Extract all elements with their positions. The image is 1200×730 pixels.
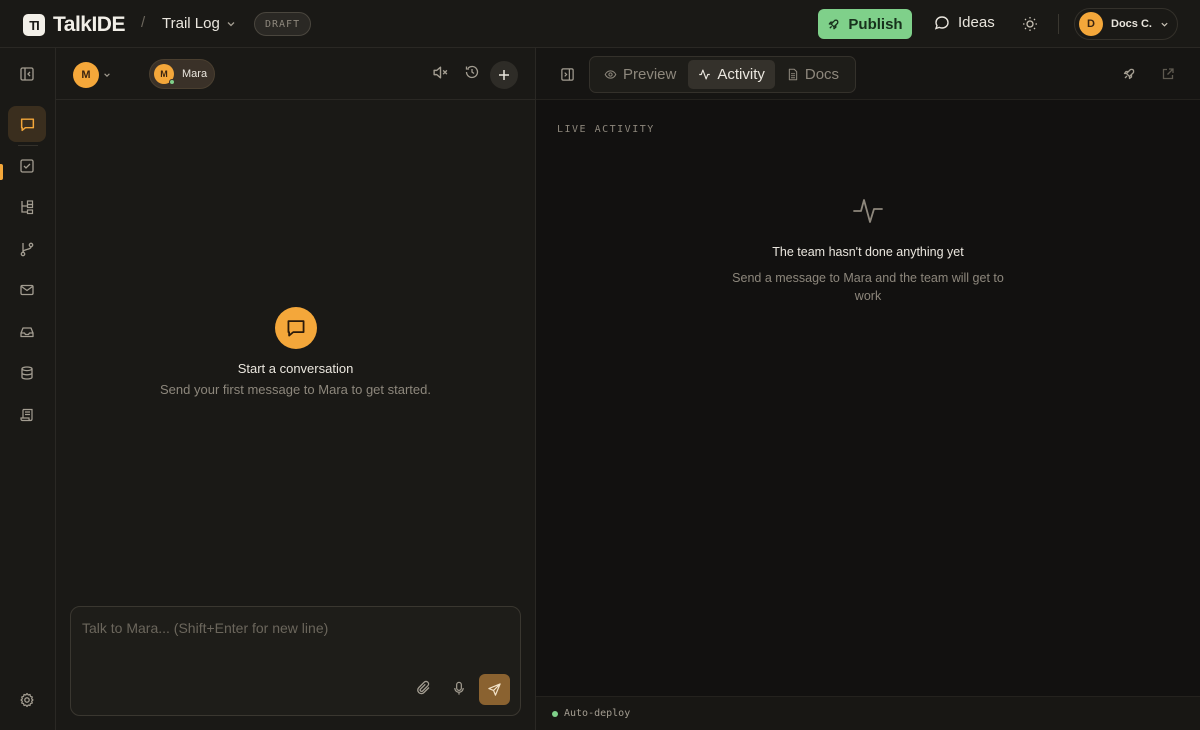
header-divider — [1058, 14, 1059, 34]
status-badge: DRAFT — [254, 12, 312, 36]
agent-chip[interactable]: M Mara — [149, 59, 215, 89]
message-input[interactable]: Talk to Mara... (Shift+Enter for new lin… — [82, 620, 328, 636]
tab-preview[interactable]: Preview — [594, 60, 686, 89]
panel-tabs: Preview Activity Docs — [589, 56, 856, 93]
message-circle-icon — [934, 15, 949, 30]
user-avatar: M — [73, 62, 99, 88]
panel-collapse-icon — [20, 67, 34, 81]
sidebar-item-inbox[interactable] — [8, 314, 46, 350]
sidebar-item-tree[interactable] — [8, 189, 46, 225]
settings-icon — [20, 692, 34, 708]
panel-header: Preview Activity Docs — [536, 48, 1200, 100]
external-link-icon[interactable] — [1161, 67, 1175, 81]
inbox-icon — [20, 327, 34, 338]
activity-pulse-icon — [853, 199, 883, 223]
empty-state-title: Start a conversation — [237, 361, 354, 376]
chevron-down-icon — [227, 21, 235, 26]
tab-activity-label: Activity — [717, 66, 765, 83]
sidebar-item-collapse[interactable] — [8, 56, 46, 92]
ideas-button[interactable]: Ideas — [934, 14, 995, 31]
sidebar-item-database[interactable] — [8, 355, 46, 391]
tab-docs[interactable]: Docs — [777, 60, 849, 89]
chevron-down-icon — [1161, 22, 1168, 27]
scroll-icon — [20, 408, 33, 422]
doc-icon — [788, 68, 798, 81]
mute-icon[interactable] — [432, 64, 449, 81]
publish-button[interactable]: Publish — [818, 9, 912, 39]
publish-label: Publish — [848, 15, 903, 33]
user-selector[interactable]: M — [73, 62, 111, 88]
panel-expand-icon[interactable] — [560, 67, 575, 82]
checklist-icon — [20, 159, 34, 173]
status-text: Auto-deploy — [564, 708, 631, 719]
active-indicator — [0, 164, 3, 180]
sidebar-item-settings[interactable] — [8, 682, 46, 718]
git-branch-icon — [20, 242, 34, 257]
empty-state-subtitle: Send your first message to Mara to get s… — [160, 382, 431, 397]
logo-mark: TI — [23, 14, 45, 36]
agent-name: Mara — [182, 68, 208, 80]
new-chat-button[interactable] — [490, 61, 518, 89]
rocket-icon[interactable] — [1122, 67, 1136, 81]
avatar: D — [1079, 12, 1103, 36]
section-label: LIVE ACTIVITY — [557, 124, 655, 135]
project-name: Trail Log — [162, 15, 220, 32]
sidebar-item-tasks[interactable] — [8, 148, 46, 184]
account-menu[interactable]: D Docs C. — [1074, 8, 1178, 40]
microphone-icon[interactable] — [452, 681, 466, 696]
plus-icon — [499, 70, 509, 80]
mail-icon — [20, 284, 34, 296]
message-composer[interactable]: Talk to Mara... (Shift+Enter for new lin… — [70, 606, 521, 716]
ideas-label: Ideas — [958, 14, 995, 31]
tab-preview-label: Preview — [623, 66, 677, 83]
activity-empty-title: The team hasn't done anything yet — [772, 245, 964, 259]
logo-text: TalkIDE — [53, 13, 125, 36]
logo[interactable]: TI TalkIDE — [23, 13, 125, 37]
tree-icon — [21, 200, 34, 215]
chat-header: M M Mara — [56, 48, 535, 100]
agent-avatar: M — [154, 64, 175, 85]
status-indicator — [552, 710, 558, 717]
database-icon — [21, 366, 33, 380]
chevron-down-icon — [104, 73, 110, 77]
send-icon — [488, 683, 501, 696]
chat-empty-state: Start a conversation Send your first mes… — [56, 307, 535, 397]
sidebar-item-git[interactable] — [8, 231, 46, 267]
sidebar-item-mail[interactable] — [8, 272, 46, 308]
status-bar: Auto-deploy — [536, 696, 1200, 730]
chat-icon — [20, 117, 34, 131]
breadcrumb-separator: / — [141, 14, 146, 31]
eye-icon — [604, 70, 617, 79]
tab-activity[interactable]: Activity — [688, 60, 775, 89]
sidebar-item-chat[interactable] — [8, 106, 46, 142]
activity-panel: Preview Activity Docs LIVE ACTIVITY The … — [536, 48, 1200, 730]
conversation-bubble-icon — [274, 307, 317, 349]
send-button[interactable] — [479, 674, 510, 705]
project-selector[interactable]: Trail Log — [162, 15, 236, 32]
top-bar: TI TalkIDE / Trail Log DRAFT Publish Ide… — [0, 0, 1200, 48]
sidebar-item-logs[interactable] — [8, 397, 46, 433]
sidebar-divider — [18, 145, 38, 146]
online-indicator — [169, 79, 175, 85]
activity-empty-state: The team hasn't done anything yet Send a… — [718, 194, 1018, 305]
rocket-icon — [829, 19, 839, 29]
activity-empty-subtitle: Send a message to Mara and the team will… — [732, 271, 1004, 303]
sidebar — [0, 48, 56, 730]
history-icon[interactable] — [464, 64, 480, 80]
agent-initial: M — [160, 69, 168, 79]
chat-panel: M M Mara Start a conversation Send your … — [56, 48, 536, 730]
account-name: Docs C. — [1111, 18, 1152, 30]
theme-toggle-icon[interactable] — [1021, 15, 1039, 33]
paperclip-icon[interactable] — [416, 680, 432, 696]
tab-docs-label: Docs — [804, 66, 840, 83]
activity-icon — [699, 69, 711, 80]
